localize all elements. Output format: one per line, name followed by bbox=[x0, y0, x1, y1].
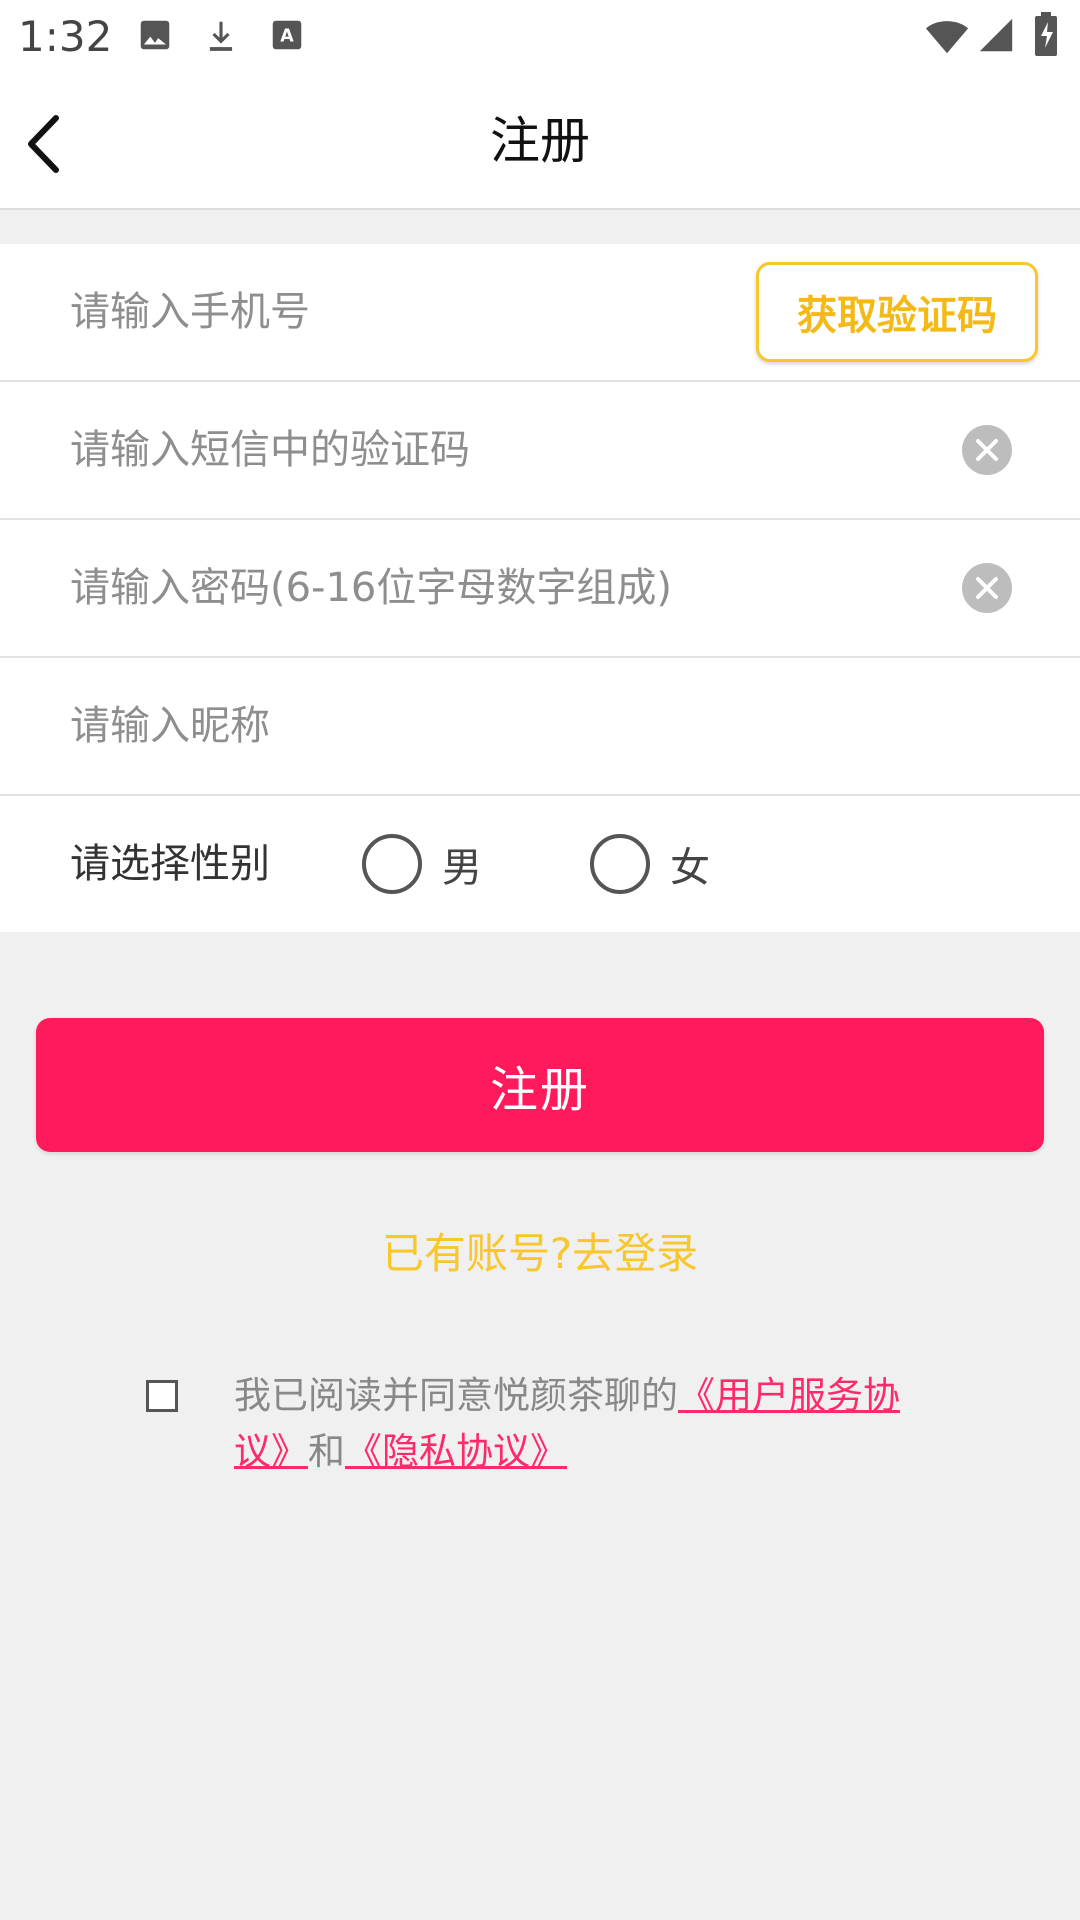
agreement-checkbox[interactable] bbox=[146, 1380, 178, 1412]
sms-code-row bbox=[0, 382, 1080, 518]
chevron-left-icon bbox=[28, 115, 59, 173]
radio-circle-icon bbox=[362, 834, 422, 894]
agreement-conjunction: 和 bbox=[308, 1430, 345, 1473]
back-button[interactable] bbox=[8, 104, 78, 184]
app-header: 注册 bbox=[0, 74, 1080, 210]
sms-code-input[interactable] bbox=[70, 382, 930, 518]
status-bar: 1:32 A bbox=[0, 0, 1080, 74]
close-icon bbox=[976, 577, 998, 599]
battery-icon bbox=[1034, 12, 1058, 60]
gender-male-radio[interactable]: 男 bbox=[362, 832, 482, 896]
clear-password-button[interactable] bbox=[962, 563, 1012, 613]
wifi-icon bbox=[924, 16, 970, 60]
gender-row: 请选择性别 男 女 bbox=[0, 796, 1080, 932]
agreement-prefix: 我已阅读并同意悦颜茶聊的 bbox=[234, 1374, 678, 1417]
gender-female-label: 女 bbox=[670, 845, 710, 891]
nickname-row bbox=[0, 658, 1080, 794]
signal-icon bbox=[978, 16, 1014, 58]
get-code-button[interactable]: 获取验证码 bbox=[756, 262, 1038, 362]
status-time: 1:32 bbox=[18, 12, 113, 61]
nickname-input[interactable] bbox=[70, 658, 1010, 794]
clear-sms-code-button[interactable] bbox=[962, 425, 1012, 475]
go-login-link[interactable]: 已有账号?去登录 bbox=[0, 1220, 1080, 1281]
gender-label: 请选择性别 bbox=[70, 841, 270, 887]
privacy-agreement-link[interactable]: 《隐私协议》 bbox=[345, 1430, 567, 1473]
image-icon bbox=[136, 16, 174, 58]
close-icon bbox=[976, 439, 998, 461]
agreement-text: 我已阅读并同意悦颜茶聊的《用户服务协议》和《隐私协议》 bbox=[234, 1368, 904, 1480]
svg-text:A: A bbox=[280, 26, 294, 46]
page-title: 注册 bbox=[490, 112, 590, 170]
download-icon bbox=[202, 16, 240, 60]
text-icon: A bbox=[268, 16, 306, 58]
password-input[interactable] bbox=[70, 520, 930, 656]
password-row bbox=[0, 520, 1080, 656]
radio-circle-icon bbox=[590, 834, 650, 894]
phone-input[interactable] bbox=[70, 244, 710, 380]
gender-female-radio[interactable]: 女 bbox=[590, 832, 710, 896]
register-button[interactable]: 注册 bbox=[36, 1018, 1044, 1152]
gender-male-label: 男 bbox=[442, 845, 482, 891]
